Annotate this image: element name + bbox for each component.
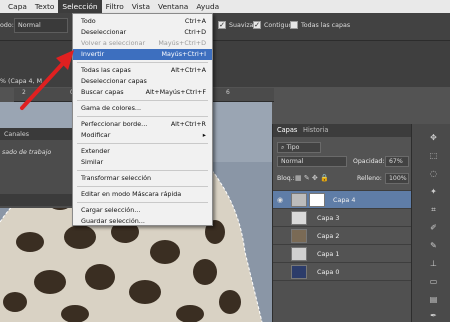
annotation-arrow: [20, 50, 74, 110]
